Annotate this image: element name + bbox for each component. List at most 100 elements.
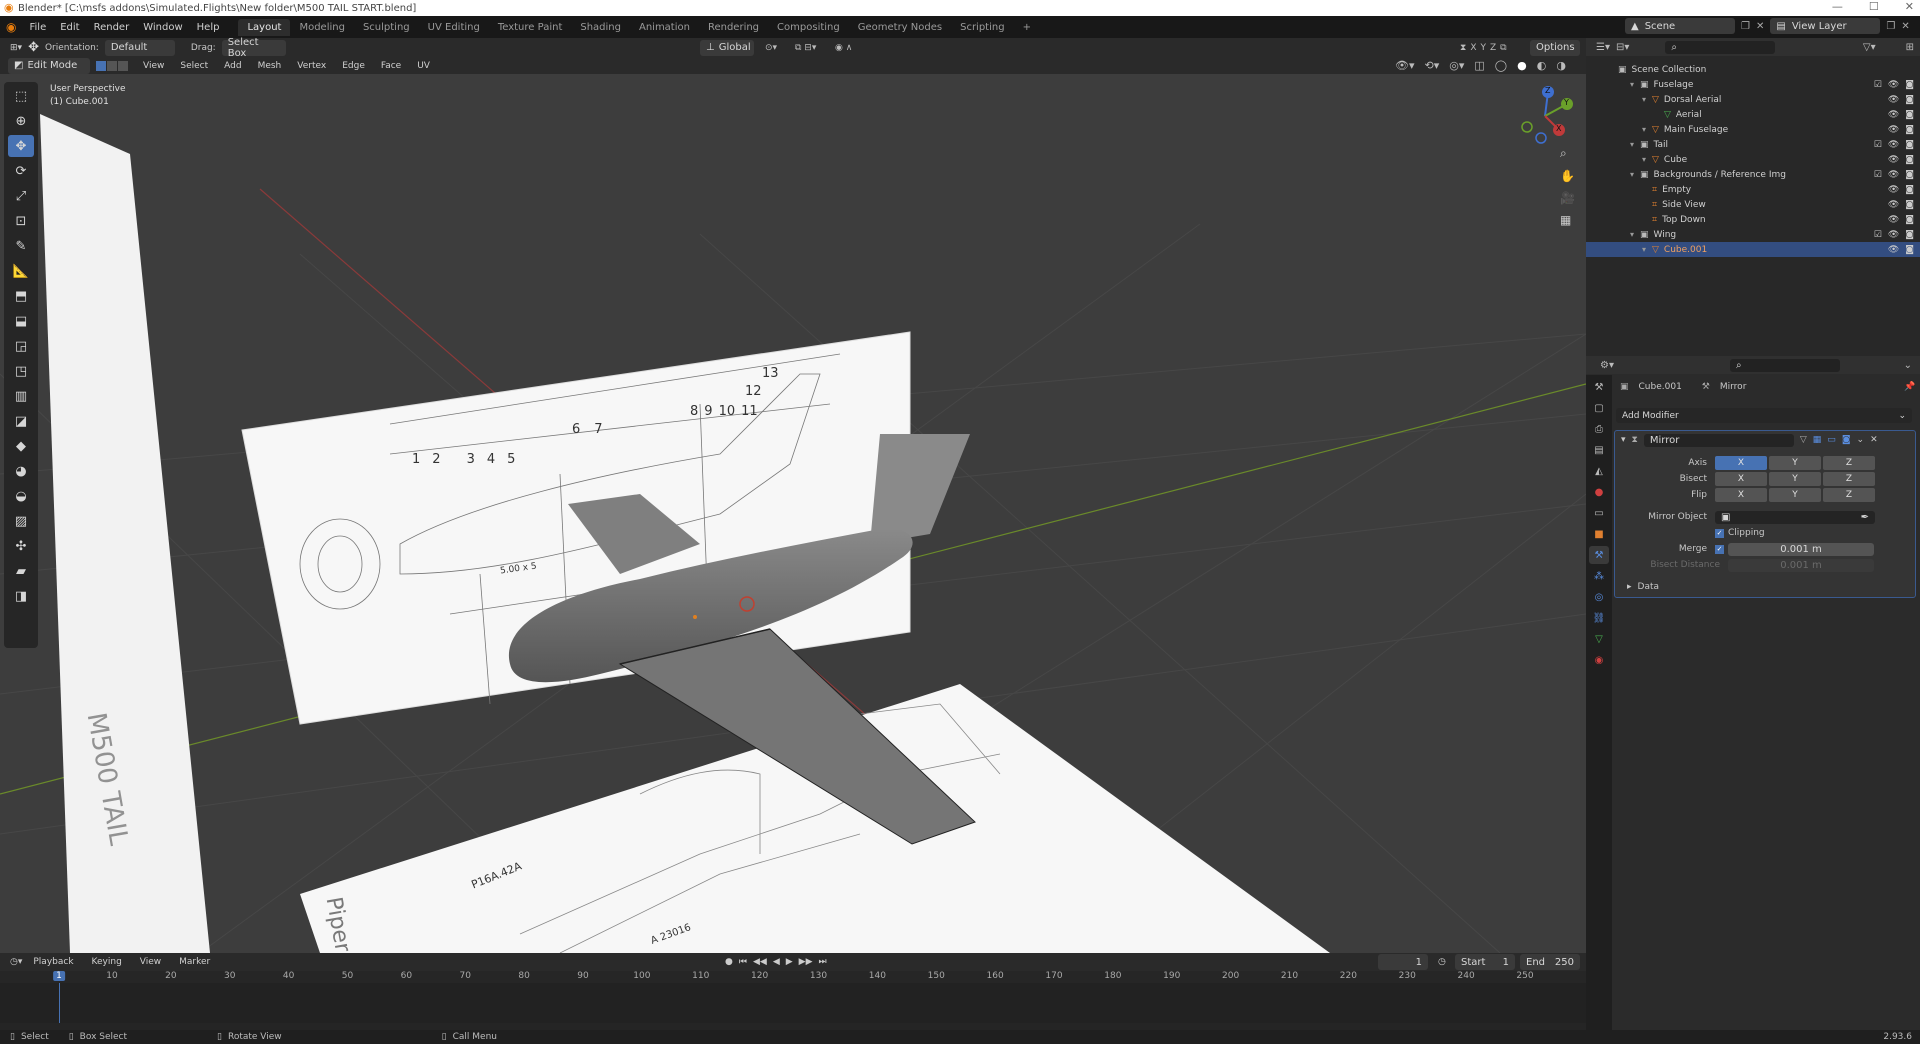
rendered-shading-icon[interactable]: ◑ [1556,59,1566,72]
timeline-editor-icon[interactable]: ◷▾ [10,957,22,967]
smooth-tool-icon[interactable]: ◒ [8,485,34,507]
properties-search-input[interactable]: ⌕ [1729,358,1840,372]
play-icon[interactable]: ▶ [786,957,793,967]
display-mode-icon[interactable]: ⊟▾ [1616,42,1629,53]
blender-menu-icon[interactable]: ◉ [6,20,16,34]
visibility-eye-icon[interactable]: 👁 [1888,125,1899,135]
flip-z-button[interactable]: Z [1823,488,1875,502]
vp-menu-vertex[interactable]: Vertex [290,61,333,71]
visibility-eye-icon[interactable]: 👁 [1888,215,1899,225]
exclude-checkbox[interactable]: ☑ [1874,170,1882,180]
modifier-tab-icon[interactable]: ⚒ [1589,546,1609,564]
pin-icon[interactable]: 📌 [1904,382,1915,392]
outliner-item[interactable]: ▾ ▽ Main Fuselage 👁 ◙ [1586,122,1920,137]
clipping-checkbox[interactable]: ✓ [1715,528,1724,538]
timeline-ruler[interactable]: 1 10 20 30 40 50 60 70 80 90 100 110 120 130 140 150 160… [0,971,1586,983]
auto-merge-icon[interactable]: ⧉ [1500,43,1506,53]
axis-x-button[interactable]: X [1715,456,1767,470]
record-icon[interactable]: ● [725,957,733,967]
outliner-item[interactable]: ⌗ Empty 👁 ◙ [1586,182,1920,197]
visibility-eye-icon[interactable]: 👁 [1888,140,1899,150]
render-camera-icon[interactable]: ◙ [1905,200,1914,210]
new-collection-icon[interactable]: ⊞ [1906,42,1914,53]
face-select-icon[interactable] [118,60,128,71]
modifier-menu-icon[interactable]: ⌄ [1857,435,1865,445]
tab-scripting[interactable]: Scripting [951,19,1013,36]
measure-tool-icon[interactable]: 📐 [8,260,34,282]
tab-sculpting[interactable]: Sculpting [354,19,419,36]
exclude-checkbox[interactable]: ☑ [1874,230,1882,240]
copy-layer-icon[interactable]: ❐ [1886,21,1895,32]
properties-options-icon[interactable]: ⌄ [1904,360,1912,371]
zoom-icon[interactable]: ⌕ [1560,146,1575,161]
world-tab-icon[interactable]: ● [1589,483,1609,501]
orientation-dropdown[interactable]: Default [104,39,175,56]
vp-menu-select[interactable]: Select [173,61,215,71]
render-toggle-icon[interactable]: ◙ [1842,435,1851,445]
render-camera-icon[interactable]: ◙ [1905,185,1914,195]
menu-window[interactable]: Window [136,22,189,33]
expand-arrow-icon[interactable]: ▾ [1642,95,1652,104]
pivot-icon[interactable]: ⊙▾ [765,43,777,53]
scale-tool-icon[interactable]: ⤢ [8,185,34,207]
poly-build-tool-icon[interactable]: ◆ [8,435,34,457]
cursor-tool-icon[interactable]: ⊕ [8,110,34,132]
vp-menu-edge[interactable]: Edge [335,61,372,71]
next-keyframe-icon[interactable]: ▶▶ [799,957,813,967]
merge-distance-field[interactable]: 0.001 m [1728,542,1874,556]
scene-selector[interactable]: ▲ Scene [1625,18,1735,34]
outliner-item[interactable]: ▾ ▣ Wing ☑ 👁 ◙ [1586,227,1920,242]
render-camera-icon[interactable]: ◙ [1905,155,1914,165]
view-layer-selector[interactable]: ▤ View Layer [1770,18,1881,34]
options-dropdown[interactable]: Options [1530,39,1580,56]
edit-mode-toggle-icon[interactable]: ▦ [1813,435,1822,445]
current-frame-field[interactable]: 1 [1378,954,1428,970]
expand-arrow-icon[interactable]: ▾ [1630,170,1640,179]
material-tab-icon[interactable]: ◉ [1589,651,1609,669]
edit-cage-icon[interactable]: ▽ [1800,435,1807,445]
visibility-eye-icon[interactable]: 👁 [1888,155,1899,165]
outliner-item[interactable]: ▾ ▽ Cube.001 👁 ◙ [1586,242,1920,257]
prev-keyframe-icon[interactable]: ◀◀ [753,957,767,967]
timeline-menu-marker[interactable]: Marker [172,957,217,967]
tab-uv-editing[interactable]: UV Editing [419,19,489,36]
drag-dropdown[interactable]: Select Box [221,37,286,59]
menu-render[interactable]: Render [87,22,137,33]
visibility-eye-icon[interactable]: 👁 [1888,80,1899,90]
render-camera-icon[interactable]: ◙ [1905,95,1914,105]
visibility-eye-icon[interactable]: 👁 [1888,110,1899,120]
outliner-scene-collection[interactable]: ▣ Scene Collection [1586,62,1920,77]
visibility-eye-icon[interactable]: 👁 [1888,95,1899,105]
flip-x-button[interactable]: X [1715,488,1767,502]
delete-layer-icon[interactable]: ✕ [1901,21,1909,32]
menu-file[interactable]: File [22,22,53,33]
3d-viewport[interactable]: 1 2 3 4 5 6 7 8 9 10 11 12 13 5.00 x 5 P… [0,74,1586,953]
add-modifier-button[interactable]: Add Modifier ⌄ [1616,408,1912,423]
start-frame-field[interactable]: Start 1 [1455,954,1515,970]
camera-view-icon[interactable]: 🎥 [1560,191,1575,205]
tab-layout[interactable]: Layout [238,18,291,36]
render-camera-icon[interactable]: ◙ [1905,245,1914,255]
outliner-search-input[interactable]: ⌕ [1665,40,1776,54]
menu-edit[interactable]: Edit [53,22,86,33]
visibility-eye-icon[interactable]: 👁 [1888,245,1899,255]
outliner-item[interactable]: ▾ ▽ Dorsal Aerial 👁 ◙ [1586,92,1920,107]
edge-slide-tool-icon[interactable]: ▨ [8,510,34,532]
annotate-tool-icon[interactable]: ✎ [8,235,34,257]
outliner-item[interactable]: ⌗ Top Down 👁 ◙ [1586,212,1920,227]
outliner-editor-icon[interactable]: ☰▾ [1596,42,1610,53]
render-camera-icon[interactable]: ◙ [1905,140,1914,150]
tab-shading[interactable]: Shading [571,19,630,36]
object-tab-icon[interactable]: ■ [1589,525,1609,543]
exclude-checkbox[interactable]: ☑ [1874,140,1882,150]
shear-tool-icon[interactable]: ▰ [8,560,34,582]
expand-arrow-icon[interactable]: ▾ [1642,155,1652,164]
tab-texture-paint[interactable]: Texture Paint [489,19,572,36]
scene-tab-icon[interactable]: ◭ [1589,462,1609,480]
bisect-distance-field[interactable]: 0.001 m [1728,558,1874,572]
expand-arrow-icon[interactable]: ▾ [1630,80,1640,89]
vertex-select-icon[interactable] [96,60,106,71]
delete-scene-icon[interactable]: ✕ [1756,21,1764,32]
render-camera-icon[interactable]: ◙ [1905,230,1914,240]
render-camera-icon[interactable]: ◙ [1905,80,1914,90]
